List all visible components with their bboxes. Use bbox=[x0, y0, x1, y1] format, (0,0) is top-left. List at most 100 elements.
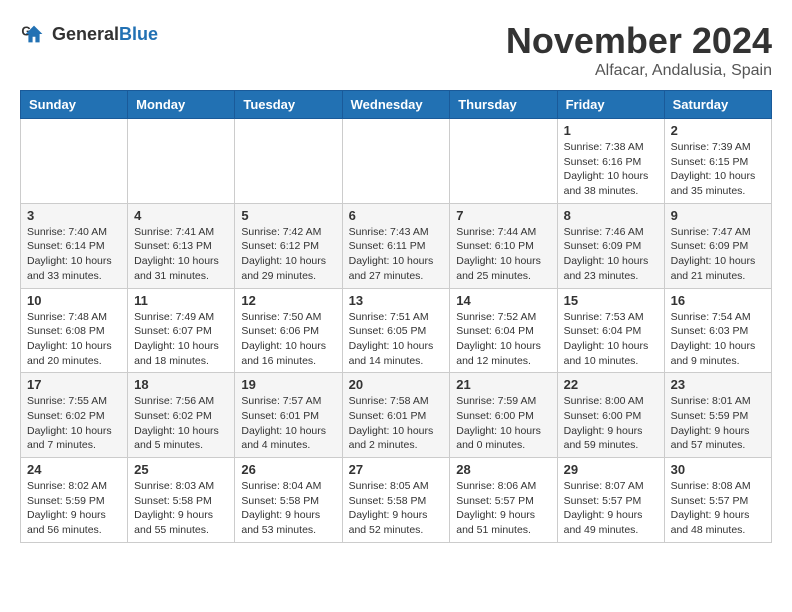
day-number: 12 bbox=[241, 293, 335, 308]
calendar-cell: 8 Sunrise: 7:46 AM Sunset: 6:09 PM Daylig… bbox=[557, 203, 664, 288]
calendar-cell: 18 Sunrise: 7:56 AM Sunset: 6:02 PM Dayli… bbox=[128, 373, 235, 458]
calendar-cell: 13 Sunrise: 7:51 AM Sunset: 6:05 PM Dayli… bbox=[342, 288, 450, 373]
day-info: Sunrise: 7:48 AM Sunset: 6:08 PM Dayligh… bbox=[27, 310, 121, 369]
day-number: 19 bbox=[241, 377, 335, 392]
calendar-cell: 17 Sunrise: 7:55 AM Sunset: 6:02 PM Dayli… bbox=[21, 373, 128, 458]
weekday-header-thursday: Thursday bbox=[450, 91, 557, 119]
day-info: Sunrise: 7:53 AM Sunset: 6:04 PM Dayligh… bbox=[564, 310, 658, 369]
day-info: Sunrise: 7:39 AM Sunset: 6:15 PM Dayligh… bbox=[671, 140, 765, 199]
calendar-cell: 5 Sunrise: 7:42 AM Sunset: 6:12 PM Daylig… bbox=[235, 203, 342, 288]
calendar-cell: 28 Sunrise: 8:06 AM Sunset: 5:57 PM Dayli… bbox=[450, 458, 557, 543]
day-info: Sunrise: 7:51 AM Sunset: 6:05 PM Dayligh… bbox=[349, 310, 444, 369]
day-number: 7 bbox=[456, 208, 550, 223]
day-number: 23 bbox=[671, 377, 765, 392]
day-number: 6 bbox=[349, 208, 444, 223]
day-number: 22 bbox=[564, 377, 658, 392]
day-info: Sunrise: 8:01 AM Sunset: 5:59 PM Dayligh… bbox=[671, 394, 765, 453]
calendar-cell: 6 Sunrise: 7:43 AM Sunset: 6:11 PM Daylig… bbox=[342, 203, 450, 288]
calendar-cell: 29Sunrise: 8:07 AM Sunset: 5:57 PM Dayli… bbox=[557, 458, 664, 543]
day-info: Sunrise: 7:38 AM Sunset: 6:16 PM Dayligh… bbox=[564, 140, 658, 199]
calendar-cell bbox=[128, 119, 235, 204]
day-number: 4 bbox=[134, 208, 228, 223]
weekday-header-row: SundayMondayTuesdayWednesdayThursdayFrid… bbox=[21, 91, 772, 119]
month-title: November 2024 bbox=[506, 20, 772, 62]
calendar-cell: 21Sunrise: 7:59 AM Sunset: 6:00 PM Dayli… bbox=[450, 373, 557, 458]
day-number: 2 bbox=[671, 123, 765, 138]
day-info: Sunrise: 7:55 AM Sunset: 6:02 PM Dayligh… bbox=[27, 394, 121, 453]
day-number: 8 bbox=[564, 208, 658, 223]
day-info: Sunrise: 7:43 AM Sunset: 6:11 PM Dayligh… bbox=[349, 225, 444, 284]
day-number: 26 bbox=[241, 462, 335, 477]
day-info: Sunrise: 7:46 AM Sunset: 6:09 PM Dayligh… bbox=[564, 225, 658, 284]
calendar-cell: 2 Sunrise: 7:39 AM Sunset: 6:15 PM Daylig… bbox=[664, 119, 771, 204]
calendar-cell: 24Sunrise: 8:02 AM Sunset: 5:59 PM Dayli… bbox=[21, 458, 128, 543]
day-info: Sunrise: 8:07 AM Sunset: 5:57 PM Dayligh… bbox=[564, 479, 658, 538]
day-info: Sunrise: 8:00 AM Sunset: 6:00 PM Dayligh… bbox=[564, 394, 658, 453]
weekday-header-monday: Monday bbox=[128, 91, 235, 119]
calendar-cell: 4 Sunrise: 7:41 AM Sunset: 6:13 PM Daylig… bbox=[128, 203, 235, 288]
calendar-cell: 1 Sunrise: 7:38 AM Sunset: 6:16 PM Daylig… bbox=[557, 119, 664, 204]
day-number: 28 bbox=[456, 462, 550, 477]
weekday-header-sunday: Sunday bbox=[21, 91, 128, 119]
logo-icon: G bbox=[20, 20, 48, 48]
day-number: 14 bbox=[456, 293, 550, 308]
day-number: 16 bbox=[671, 293, 765, 308]
day-info: Sunrise: 8:06 AM Sunset: 5:57 PM Dayligh… bbox=[456, 479, 550, 538]
calendar-cell: 19Sunrise: 7:57 AM Sunset: 6:01 PM Dayli… bbox=[235, 373, 342, 458]
day-info: Sunrise: 8:05 AM Sunset: 5:58 PM Dayligh… bbox=[349, 479, 444, 538]
calendar-cell: 25Sunrise: 8:03 AM Sunset: 5:58 PM Dayli… bbox=[128, 458, 235, 543]
day-info: Sunrise: 7:49 AM Sunset: 6:07 PM Dayligh… bbox=[134, 310, 228, 369]
day-info: Sunrise: 7:42 AM Sunset: 6:12 PM Dayligh… bbox=[241, 225, 335, 284]
calendar-cell: 9Sunrise: 7:47 AM Sunset: 6:09 PM Daylig… bbox=[664, 203, 771, 288]
location-title: Alfacar, Andalusia, Spain bbox=[506, 62, 772, 80]
calendar-cell bbox=[342, 119, 450, 204]
calendar-cell: 3 Sunrise: 7:40 AM Sunset: 6:14 PM Daylig… bbox=[21, 203, 128, 288]
day-number: 11 bbox=[134, 293, 228, 308]
calendar-cell bbox=[450, 119, 557, 204]
calendar-cell: 14 Sunrise: 7:52 AM Sunset: 6:04 PM Dayli… bbox=[450, 288, 557, 373]
day-number: 25 bbox=[134, 462, 228, 477]
logo-blue-text: Blue bbox=[119, 24, 158, 45]
calendar-cell: 22 Sunrise: 8:00 AM Sunset: 6:00 PM Dayli… bbox=[557, 373, 664, 458]
calendar-week-row: 3 Sunrise: 7:40 AM Sunset: 6:14 PM Daylig… bbox=[21, 203, 772, 288]
weekday-header-friday: Friday bbox=[557, 91, 664, 119]
day-number: 3 bbox=[27, 208, 121, 223]
calendar-cell: 27Sunrise: 8:05 AM Sunset: 5:58 PM Dayli… bbox=[342, 458, 450, 543]
logo-general-text: General bbox=[52, 24, 119, 45]
calendar-cell: 11 Sunrise: 7:49 AM Sunset: 6:07 PM Dayli… bbox=[128, 288, 235, 373]
calendar-cell: 15 Sunrise: 7:53 AM Sunset: 6:04 PM Dayli… bbox=[557, 288, 664, 373]
weekday-header-tuesday: Tuesday bbox=[235, 91, 342, 119]
day-number: 24 bbox=[27, 462, 121, 477]
day-info: Sunrise: 7:54 AM Sunset: 6:03 PM Dayligh… bbox=[671, 310, 765, 369]
day-number: 1 bbox=[564, 123, 658, 138]
weekday-header-wednesday: Wednesday bbox=[342, 91, 450, 119]
day-info: Sunrise: 8:08 AM Sunset: 5:57 PM Dayligh… bbox=[671, 479, 765, 538]
day-info: Sunrise: 7:52 AM Sunset: 6:04 PM Dayligh… bbox=[456, 310, 550, 369]
calendar-cell: 10 Sunrise: 7:48 AM Sunset: 6:08 PM Dayli… bbox=[21, 288, 128, 373]
calendar-cell: 30Sunrise: 8:08 AM Sunset: 5:57 PM Dayli… bbox=[664, 458, 771, 543]
calendar-cell: 16 Sunrise: 7:54 AM Sunset: 6:03 PM Dayli… bbox=[664, 288, 771, 373]
day-info: Sunrise: 7:50 AM Sunset: 6:06 PM Dayligh… bbox=[241, 310, 335, 369]
calendar-week-row: 1 Sunrise: 7:38 AM Sunset: 6:16 PM Daylig… bbox=[21, 119, 772, 204]
calendar-table: SundayMondayTuesdayWednesdayThursdayFrid… bbox=[20, 90, 772, 543]
title-area: November 2024 Alfacar, Andalusia, Spain bbox=[506, 20, 772, 80]
logo: G General Blue bbox=[20, 20, 158, 48]
day-number: 13 bbox=[349, 293, 444, 308]
day-number: 5 bbox=[241, 208, 335, 223]
calendar-cell: 12 Sunrise: 7:50 AM Sunset: 6:06 PM Dayli… bbox=[235, 288, 342, 373]
day-number: 9 bbox=[671, 208, 765, 223]
day-info: Sunrise: 7:40 AM Sunset: 6:14 PM Dayligh… bbox=[27, 225, 121, 284]
day-info: Sunrise: 7:58 AM Sunset: 6:01 PM Dayligh… bbox=[349, 394, 444, 453]
calendar-week-row: 24Sunrise: 8:02 AM Sunset: 5:59 PM Dayli… bbox=[21, 458, 772, 543]
calendar-cell: 20Sunrise: 7:58 AM Sunset: 6:01 PM Dayli… bbox=[342, 373, 450, 458]
day-number: 18 bbox=[134, 377, 228, 392]
day-info: Sunrise: 7:56 AM Sunset: 6:02 PM Dayligh… bbox=[134, 394, 228, 453]
day-info: Sunrise: 7:41 AM Sunset: 6:13 PM Dayligh… bbox=[134, 225, 228, 284]
day-number: 21 bbox=[456, 377, 550, 392]
calendar-week-row: 10 Sunrise: 7:48 AM Sunset: 6:08 PM Dayli… bbox=[21, 288, 772, 373]
day-number: 17 bbox=[27, 377, 121, 392]
day-info: Sunrise: 7:44 AM Sunset: 6:10 PM Dayligh… bbox=[456, 225, 550, 284]
calendar-cell: 23 Sunrise: 8:01 AM Sunset: 5:59 PM Dayli… bbox=[664, 373, 771, 458]
day-number: 10 bbox=[27, 293, 121, 308]
day-number: 15 bbox=[564, 293, 658, 308]
